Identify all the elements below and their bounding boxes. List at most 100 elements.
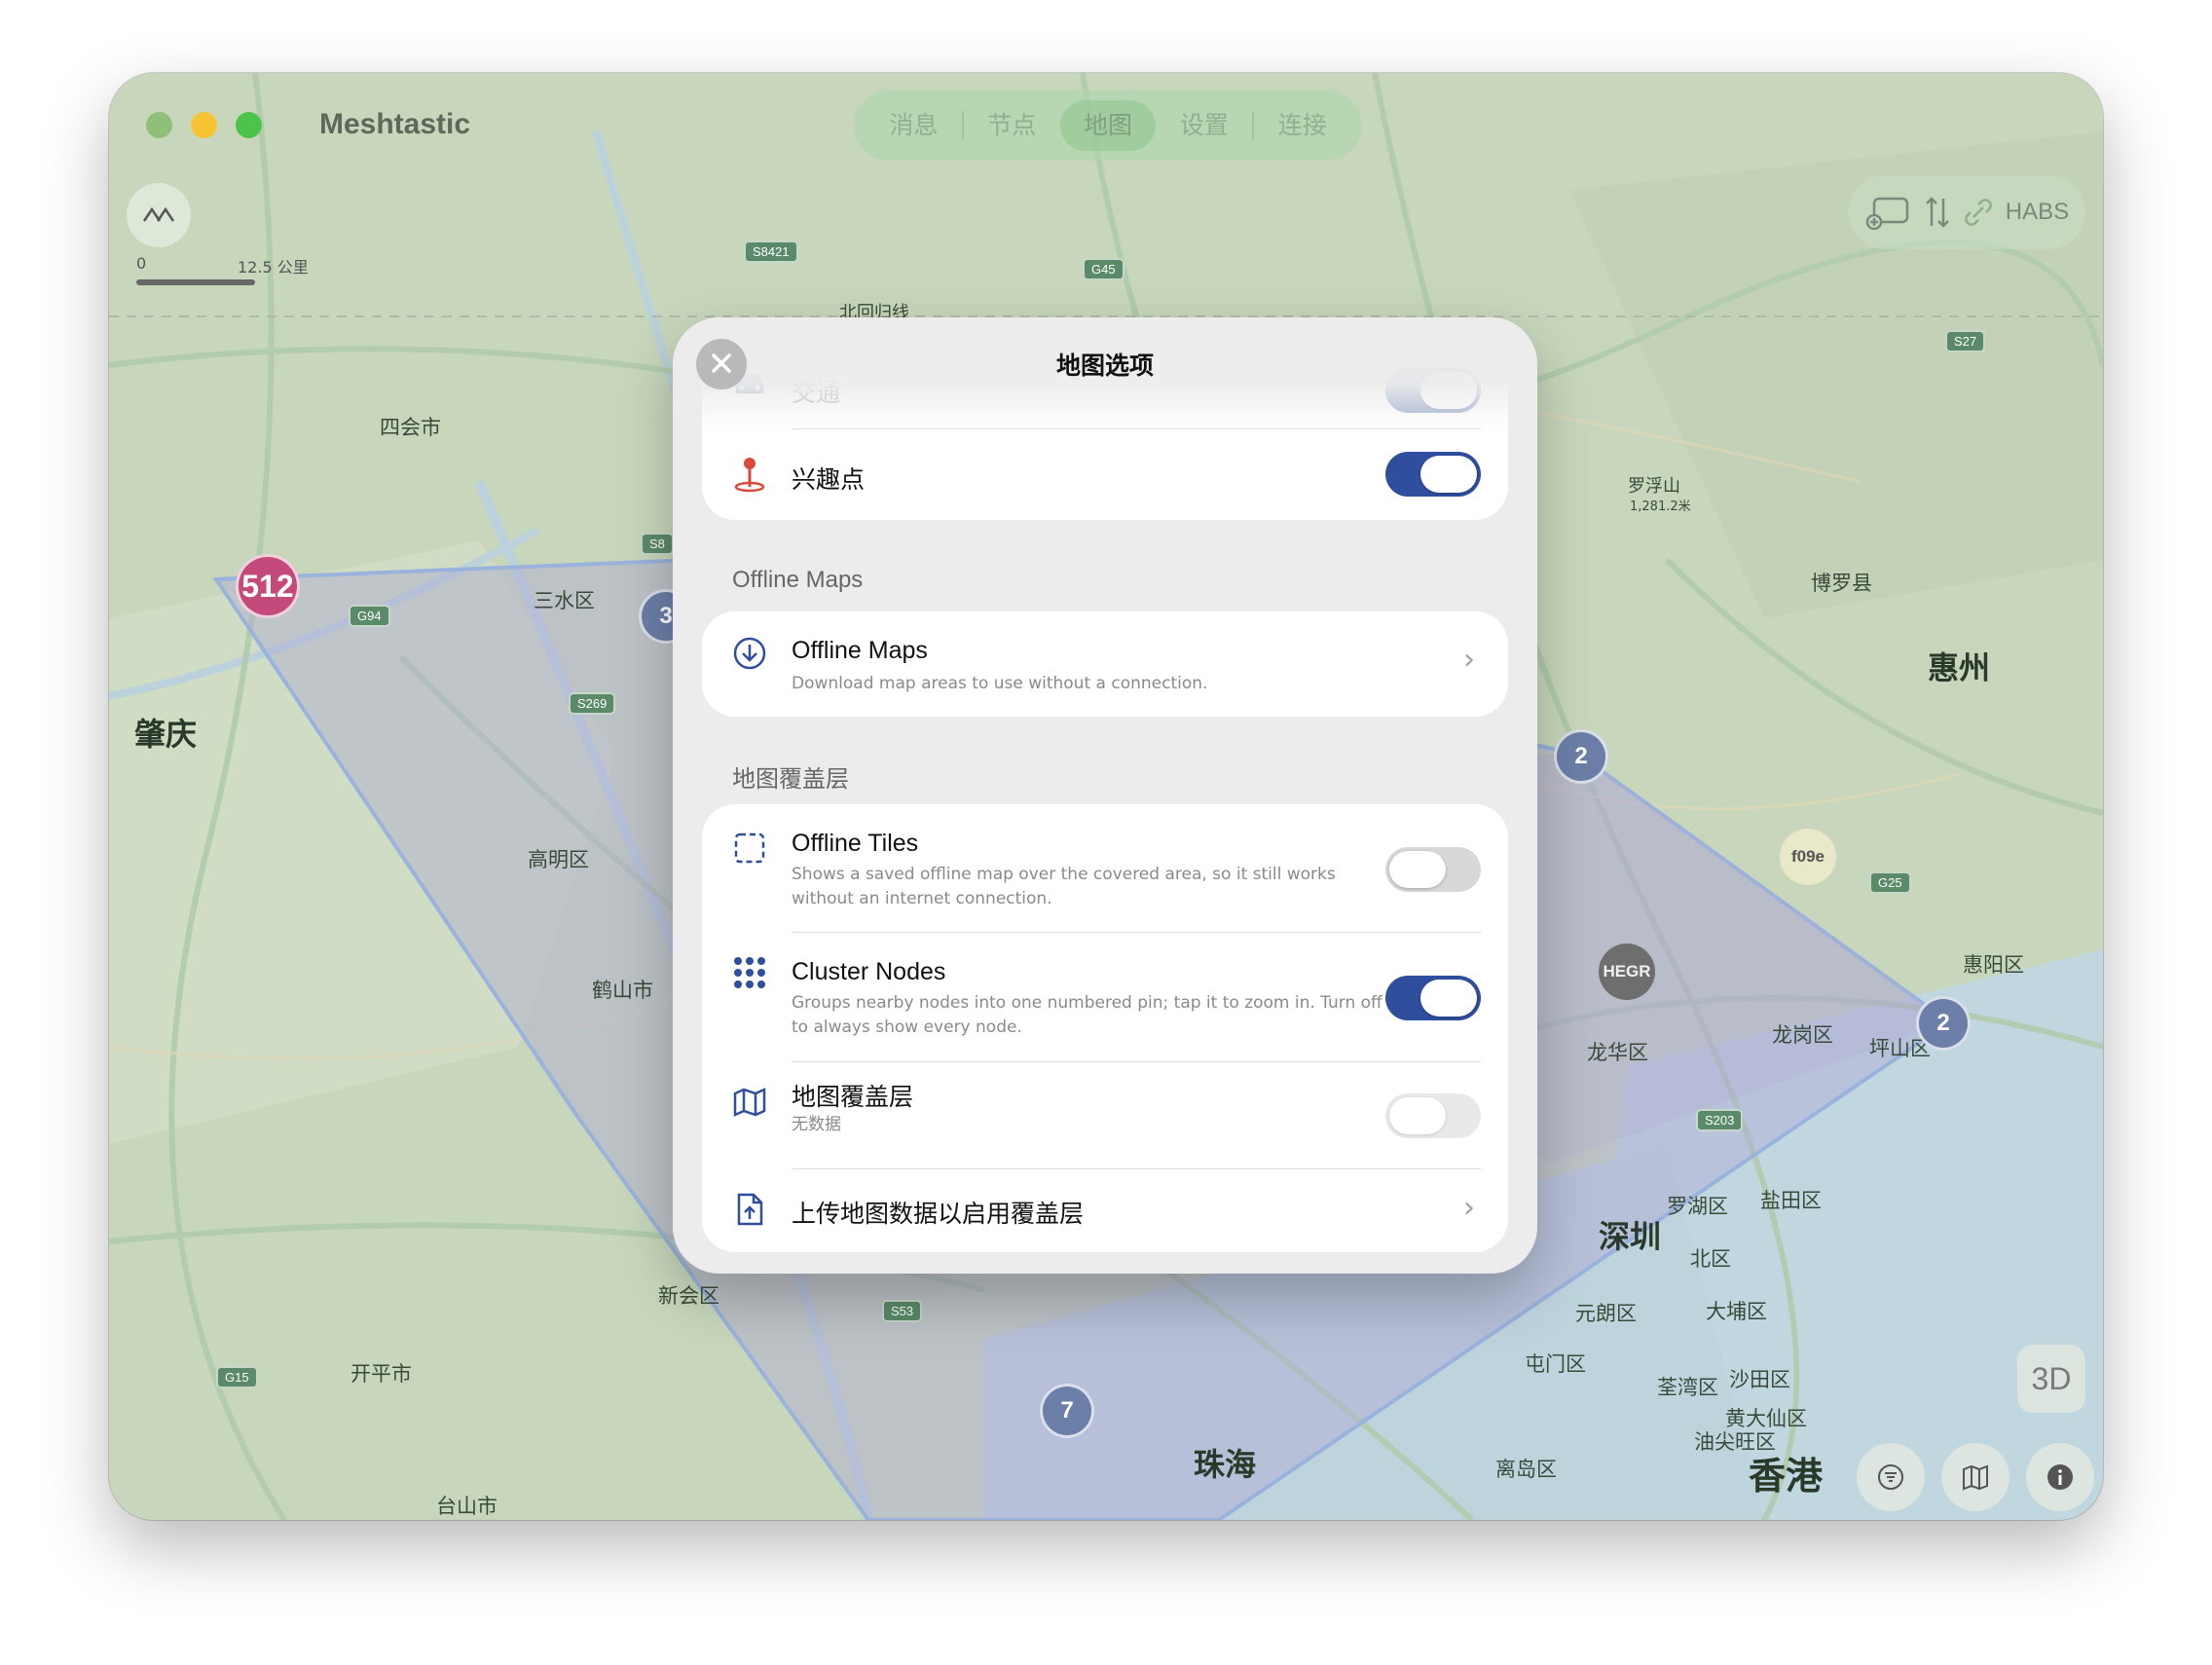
place-label: 离岛区 xyxy=(1495,1458,1557,1481)
place-label: 沙田区 xyxy=(1729,1368,1790,1391)
offline-tiles-toggle[interactable] xyxy=(1385,847,1481,892)
tab-messages[interactable]: 消息 xyxy=(866,100,962,151)
offline-maps-subtitle: Download map areas to use without a conn… xyxy=(792,674,1208,693)
road-badge: S8421 xyxy=(744,240,798,263)
place-label: 高明区 xyxy=(528,848,589,871)
road-badge: S8 xyxy=(641,533,674,555)
place-label: 罗湖区 xyxy=(1667,1195,1728,1218)
offline-tiles-row[interactable]: Offline Tiles Shows a saved offline map … xyxy=(702,804,1508,933)
toggle-knob xyxy=(1420,456,1477,493)
map-overlay-row[interactable]: 地图覆盖层 无数据 xyxy=(702,1062,1508,1169)
dashed-square-icon xyxy=(731,830,768,867)
cluster-nodes-subtitle: Groups nearby nodes into one numbered pi… xyxy=(792,993,1382,1037)
collapse-button[interactable] xyxy=(127,183,191,247)
node-cluster[interactable]: 512 xyxy=(236,554,300,618)
place-label: 元朗区 xyxy=(1575,1302,1637,1325)
map-style-button[interactable] xyxy=(1941,1443,2009,1511)
place-label: 肇庆 xyxy=(134,716,198,753)
place-label: 深圳 xyxy=(1599,1218,1662,1255)
tab-nodes[interactable]: 节点 xyxy=(964,100,1060,151)
node-pin[interactable]: f09e xyxy=(1780,829,1836,885)
tab-map[interactable]: 地图 xyxy=(1059,100,1157,151)
info-button[interactable] xyxy=(2026,1443,2094,1511)
road-badge: S27 xyxy=(1945,330,1986,352)
link-icon[interactable] xyxy=(1965,199,1993,226)
download-icon xyxy=(731,635,768,672)
place-label: 惠阳区 xyxy=(1963,953,2024,977)
offline-maps-row[interactable]: Offline Maps Download map areas to use w… xyxy=(702,611,1508,717)
tab-bar: 消息 节点 地图 设置 连接 xyxy=(854,91,1362,161)
zoom-window-button[interactable] xyxy=(236,112,262,138)
minimize-window-button[interactable] xyxy=(191,112,217,138)
overlay-card: Offline Tiles Shows a saved offline map … xyxy=(702,804,1508,1252)
scale-distance-label: 12.5 公里 xyxy=(238,258,309,277)
sort-arrows-icon[interactable] xyxy=(1924,195,1951,230)
road-badge: S203 xyxy=(1696,1109,1744,1131)
sheet-title: 地图选项 xyxy=(1055,352,1154,380)
app-title: Meshtastic xyxy=(319,108,471,140)
road-badge: G45 xyxy=(1083,258,1124,280)
map-icon xyxy=(1963,1464,1988,1491)
road-badge: G25 xyxy=(1869,871,1911,894)
toggle-3d-button[interactable]: 3D xyxy=(2017,1345,2085,1413)
tab-settings[interactable]: 设置 xyxy=(1156,100,1252,151)
toggle-knob xyxy=(1389,1097,1446,1134)
place-label: 罗浮山 xyxy=(1628,476,1680,497)
road-badge: G94 xyxy=(349,605,390,627)
place-label: 屯门区 xyxy=(1525,1352,1586,1376)
road-badge: S269 xyxy=(569,692,616,715)
info-icon xyxy=(2047,1464,2073,1490)
tab-connect[interactable]: 连接 xyxy=(1254,100,1350,151)
poi-label: 兴趣点 xyxy=(792,466,866,494)
map-overlay-subtitle: 无数据 xyxy=(792,1115,841,1134)
poi-toggle[interactable] xyxy=(1385,452,1481,497)
chevron-up-icon xyxy=(142,206,175,222)
place-label: 荃湾区 xyxy=(1657,1376,1718,1399)
map-overlay-toggle[interactable] xyxy=(1385,1093,1481,1138)
toggle-knob xyxy=(1389,851,1446,888)
place-label: 四会市 xyxy=(380,416,441,439)
place-label: 台山市 xyxy=(436,1495,498,1518)
offline-tiles-subtitle: Shows a saved offline map over the cover… xyxy=(792,865,1336,908)
place-label: 鹤山市 xyxy=(592,979,653,1002)
upload-document-icon xyxy=(731,1191,768,1228)
device-label[interactable]: HABS xyxy=(2006,199,2069,226)
offline-maps-title: Offline Maps xyxy=(792,637,928,664)
toggle-knob xyxy=(1420,980,1477,1017)
offline-maps-header: Offline Maps xyxy=(732,567,864,593)
cluster-nodes-toggle[interactable] xyxy=(1385,976,1481,1020)
add-device-icon[interactable] xyxy=(1864,195,1911,230)
road-badge: S53 xyxy=(882,1300,923,1322)
node-pin[interactable]: HEGR xyxy=(1599,944,1655,1000)
place-label: 开平市 xyxy=(350,1362,412,1386)
upload-overlay-row[interactable]: 上传地图数据以启用覆盖层 › xyxy=(702,1169,1508,1252)
map-tools: HABS xyxy=(1848,175,2085,249)
scale-bar xyxy=(136,279,255,285)
poi-row[interactable]: 兴趣点 xyxy=(702,429,1508,520)
map-options-sheet: 地图选项 交通 兴趣点 Offline Maps Offline Maps Do… xyxy=(673,317,1537,1274)
map-icon xyxy=(731,1084,768,1121)
map-pin-icon xyxy=(731,456,768,493)
place-label: 博罗县 xyxy=(1811,572,1872,595)
chevron-right-icon: › xyxy=(1463,643,1475,677)
road-badge: G15 xyxy=(216,1366,258,1388)
node-cluster[interactable]: 7 xyxy=(1040,1384,1094,1438)
close-window-button[interactable] xyxy=(146,112,172,138)
place-label: 1,281.2米 xyxy=(1630,500,1691,514)
chevron-right-icon: › xyxy=(1463,1191,1475,1225)
place-label: 惠州 xyxy=(1928,649,1991,686)
filter-button[interactable] xyxy=(1857,1443,1925,1511)
place-label: 油尖旺区 xyxy=(1694,1430,1776,1454)
place-label: 三水区 xyxy=(534,589,595,612)
offline-maps-card: Offline Maps Download map areas to use w… xyxy=(702,611,1508,717)
grid-dots-icon xyxy=(731,954,768,991)
filter-icon xyxy=(1878,1464,1903,1490)
cluster-nodes-row[interactable]: Cluster Nodes Groups nearby nodes into o… xyxy=(702,933,1508,1062)
node-cluster[interactable]: 2 xyxy=(1916,996,1971,1051)
place-label: 盐田区 xyxy=(1760,1189,1822,1212)
place-label: 新会区 xyxy=(658,1284,719,1308)
node-cluster[interactable]: 2 xyxy=(1554,729,1608,784)
cluster-nodes-title: Cluster Nodes xyxy=(792,958,946,985)
offline-tiles-title: Offline Tiles xyxy=(792,830,919,857)
overlay-header: 地图覆盖层 xyxy=(732,766,849,793)
